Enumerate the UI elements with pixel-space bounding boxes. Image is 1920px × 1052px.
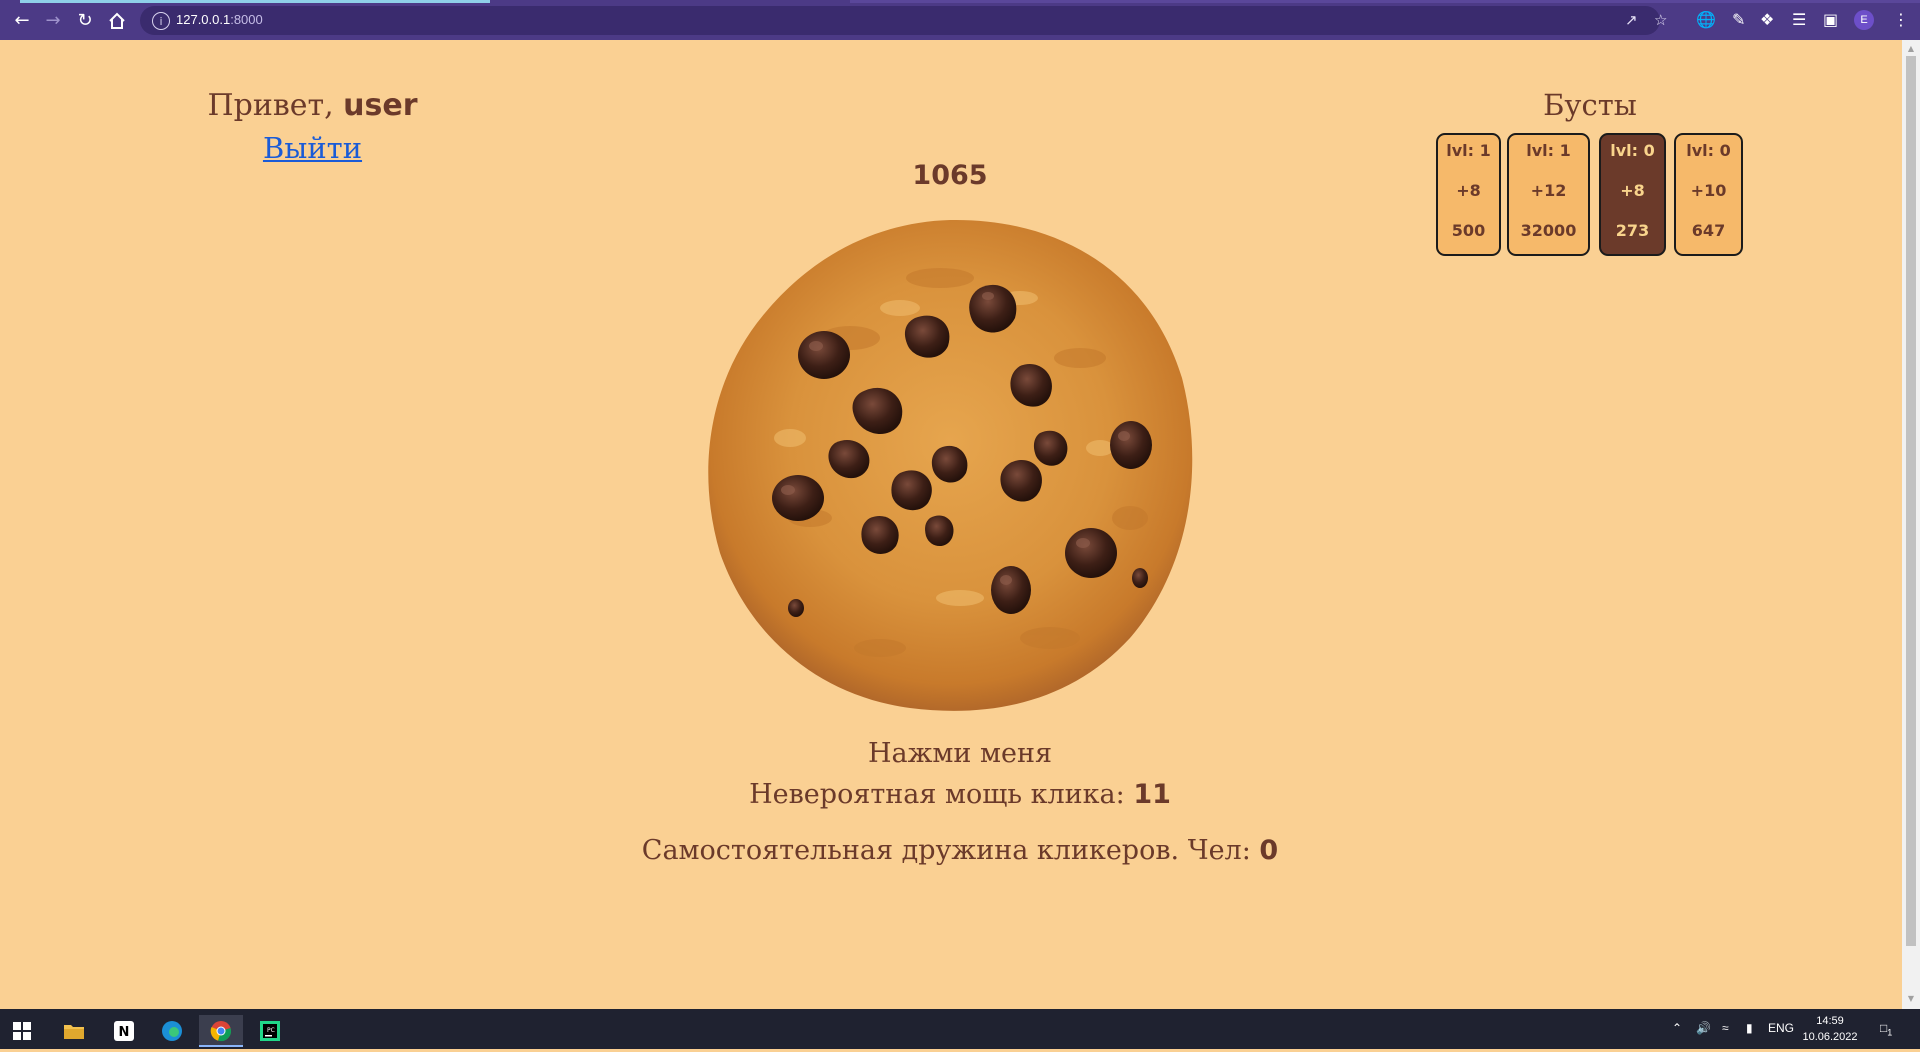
clock-date: 10.06.2022 [1802, 1031, 1858, 1043]
boost-card-3[interactable]: lvl: 0 +8 273 [1599, 133, 1666, 256]
boost-price: 32000 [1520, 221, 1577, 240]
browser-menu-icon[interactable]: ⋮ [1893, 10, 1909, 30]
notification-center-icon[interactable]: □1 [1880, 1021, 1892, 1037]
score-counter: 1065 [912, 160, 988, 191]
system-clock[interactable]: 14:59 10.06.2022 [1798, 1013, 1862, 1045]
browser-toolbar: ← → ↻ i 127.0.0.1:8000 ↗ ☆ 🌐 ✎ ❖ ☰ ▣ E ⋮ [0, 0, 1920, 40]
svg-text:PC: PC [267, 1027, 275, 1034]
boosts-title: Бусты [1543, 88, 1637, 122]
edge-browser-icon[interactable] [150, 1015, 194, 1047]
pycharm-icon[interactable]: PC [248, 1015, 292, 1047]
boost-card-1[interactable]: lvl: 1 +8 500 [1436, 133, 1501, 256]
notion-icon[interactable]: N [102, 1015, 146, 1047]
translate-globe-icon[interactable]: 🌐 [1696, 10, 1716, 30]
site-info-icon[interactable]: i [152, 12, 170, 30]
boost-price: 500 [1451, 221, 1486, 240]
logout-link[interactable]: Выйти [160, 131, 465, 165]
reload-icon[interactable]: ↻ [73, 9, 97, 33]
windows-start-icon[interactable] [0, 1015, 44, 1047]
boost-bonus: +8 [1620, 181, 1645, 200]
boost-level: lvl: 1 [1446, 141, 1491, 160]
click-power-label: Невероятная мощь клика: [749, 779, 1125, 810]
scroll-down-arrow-icon[interactable]: ▼ [1906, 994, 1916, 1003]
wifi-icon[interactable]: ≈ [1722, 1021, 1729, 1035]
click-power-value: 11 [1133, 779, 1171, 810]
click-me-label: Нажми меня [867, 738, 1053, 769]
file-explorer-icon[interactable] [52, 1015, 96, 1047]
side-panel-icon[interactable]: ▣ [1823, 10, 1838, 30]
reading-list-icon[interactable]: ☰ [1792, 10, 1806, 30]
boost-level: lvl: 1 [1526, 141, 1571, 160]
boost-bonus: +8 [1456, 181, 1481, 200]
clock-time: 14:59 [1816, 1015, 1844, 1027]
boost-level: lvl: 0 [1686, 141, 1731, 160]
auto-clickers-line: Самостоятельная дружина кликеров. Чел: 0 [560, 835, 1360, 866]
extension-eyedropper-icon[interactable]: ✎ [1732, 10, 1745, 30]
bookmark-star-icon[interactable]: ☆ [1654, 11, 1667, 29]
auto-clickers-label: Самостоятельная дружина кликеров. Чел: [641, 835, 1251, 866]
notification-count: 1 [1887, 1027, 1893, 1038]
cookie-image[interactable] [700, 218, 1200, 716]
share-icon[interactable]: ↗ [1625, 11, 1638, 29]
language-indicator[interactable]: ENG [1768, 1021, 1794, 1035]
boost-bonus: +12 [1530, 181, 1567, 200]
boost-level: lvl: 0 [1610, 141, 1655, 160]
taskbar: N PC ⌃ 🔊 ≈ ▮ ENG 14:59 10.06.2022 □1 [0, 1009, 1920, 1049]
boost-card-2[interactable]: lvl: 1 +12 32000 [1507, 133, 1590, 256]
address-bar[interactable]: i 127.0.0.1:8000 ↗ ☆ [140, 6, 1667, 35]
username: user [343, 88, 418, 123]
show-hidden-icons-chevron-icon[interactable]: ⌃ [1672, 1021, 1682, 1035]
click-power-line: Невероятная мощь клика: 11 [560, 779, 1360, 810]
greeting: Привет, user [160, 88, 465, 123]
extensions-puzzle-icon[interactable]: ❖ [1760, 10, 1774, 30]
profile-avatar[interactable]: E [1854, 10, 1874, 30]
boost-price: 647 [1691, 221, 1726, 240]
chrome-browser-icon[interactable] [199, 1015, 243, 1047]
boost-price: 273 [1615, 221, 1650, 240]
scroll-up-arrow-icon[interactable]: ▲ [1906, 44, 1916, 53]
active-tab-indicator [20, 0, 490, 3]
forward-arrow-icon[interactable]: → [41, 9, 65, 33]
address-url[interactable]: 127.0.0.1:8000 [176, 12, 263, 27]
boost-bonus: +10 [1690, 181, 1727, 200]
svg-text:N: N [119, 1025, 130, 1040]
back-arrow-icon[interactable]: ← [10, 9, 34, 33]
scrollbar-thumb[interactable] [1906, 56, 1916, 946]
home-icon[interactable] [105, 9, 129, 33]
boost-card-4[interactable]: lvl: 0 +10 647 [1674, 133, 1743, 256]
cookie-button[interactable] [700, 218, 1200, 716]
battery-icon[interactable]: ▮ [1746, 1021, 1753, 1035]
tab-strip [850, 0, 1920, 3]
volume-icon[interactable]: 🔊 [1696, 1021, 1711, 1035]
auto-clickers-value: 0 [1259, 835, 1279, 866]
greeting-prefix: Привет, [207, 88, 334, 123]
